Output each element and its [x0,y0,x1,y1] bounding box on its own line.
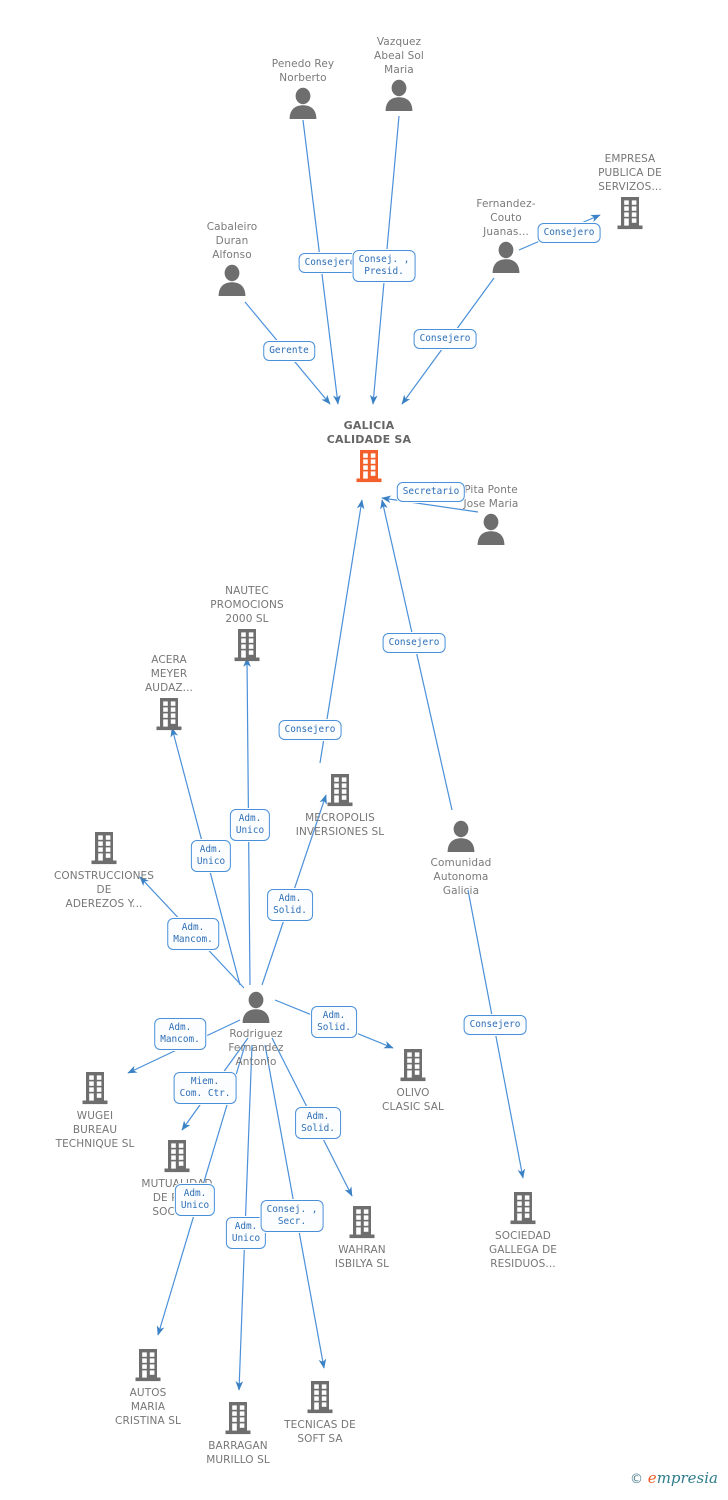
building-icon-olivo[interactable] [353,1048,473,1086]
brand-initial: e [647,1469,657,1487]
node-acera[interactable]: ACERA MEYER AUDAZ... [109,650,229,735]
building-icon [400,1049,426,1082]
node-rodriguez[interactable]: Rodriguez Fernandez Antonio [196,988,316,1069]
building-icon [327,774,353,807]
node-olivo[interactable]: OLIVO CLASIC SAL [353,1045,473,1114]
node-label-mecropolis: MECROPOLIS INVERSIONES SL [295,812,385,838]
building-icon [356,450,382,483]
person-icon [385,79,413,111]
role-tag-rodriguez-autos[interactable]: Adm. Unico [174,1184,216,1216]
role-tag-comunidad-galicia[interactable]: Consejero [382,633,446,653]
building-icon [617,197,643,230]
person-icon [218,264,246,296]
node-label-sociedad: SOCIEDAD GALLEGA DE RESIDUOS... [488,1230,558,1270]
building-icon-tecnicas[interactable] [260,1380,380,1418]
person-icon [289,87,317,119]
role-tag-fernandez-galicia[interactable]: Consejero [413,329,477,349]
role-tag-rodriguez-olivo[interactable]: Adm. Solid. [311,1006,357,1038]
building-icon [307,1381,333,1414]
node-cabaleiro[interactable]: Cabaleiro Duran Alfonso [172,217,292,300]
building-icon [225,1402,251,1435]
building-icon-acera[interactable] [109,697,229,735]
building-icon [164,1140,190,1173]
node-label-nautec: NAUTEC PROMOCIONS 2000 SL [210,585,284,625]
role-tag-rodriguez-mecropolis[interactable]: Adm. Solid. [267,889,313,921]
node-empresa_pub[interactable]: EMPRESA PUBLICA DE SERVIZOS... [570,149,690,234]
role-tag-rodriguez-nautec[interactable]: Adm. Unico [229,809,271,841]
role-tag-rodriguez-tecnicas[interactable]: Consej. , Secr. [260,1200,324,1232]
person-icon-vazquez[interactable] [339,79,459,115]
role-tag-rodriguez-wugei[interactable]: Adm. Mancom. [154,1018,206,1050]
person-icon [447,820,475,852]
node-label-tecnicas: TECNICAS DE SOFT SA [284,1419,356,1445]
building-icon [510,1192,536,1225]
building-icon [349,1206,375,1239]
person-icon [242,991,270,1023]
node-label-rodriguez: Rodriguez Fernandez Antonio [228,1028,284,1068]
building-icon [91,832,117,865]
person-icon [492,241,520,273]
node-sociedad[interactable]: SOCIEDAD GALLEGA DE RESIDUOS... [463,1188,583,1271]
role-tag-comunidad-sociedad[interactable]: Consejero [463,1015,527,1035]
node-label-wahran: WAHRAN ISBILYA SL [334,1244,390,1270]
person-icon-rodriguez[interactable] [196,991,316,1027]
node-galicia[interactable]: GALICIA CALIDADE SA [309,416,429,487]
role-tag-rodriguez-wahran[interactable]: Adm. Solid. [295,1107,341,1139]
node-label-vazquez: Vazquez Abeal Sol Maria [374,36,424,76]
person-icon-comunidad[interactable] [401,820,521,856]
building-icon-wugei[interactable] [35,1071,155,1109]
org-network-diagram: Penedo Rey Norberto Vazquez Abeal Sol Mar… [0,0,728,1500]
building-icon-sociedad[interactable] [463,1191,583,1229]
person-icon-cabaleiro[interactable] [172,264,292,300]
building-icon [234,629,260,662]
building-icon-autos[interactable] [88,1348,208,1386]
node-vazquez[interactable]: Vazquez Abeal Sol Maria [339,32,459,115]
role-tag-fernandez-empresa_pub[interactable]: Consejero [537,223,601,243]
role-tag-pita-galicia[interactable]: Secretario [396,482,466,502]
node-label-olivo: OLIVO CLASIC SAL [382,1087,444,1113]
role-tag-rodriguez-acera[interactable]: Adm. Unico [190,840,232,872]
role-tag-rodriguez-mutualidad[interactable]: Miem. Com. Ctr. [173,1072,237,1104]
node-label-construcciones: CONSTRUCCIONES DE ADEREZOS Y... [53,870,155,910]
person-icon [477,513,505,545]
node-comunidad[interactable]: Comunidad Autonoma Galicia [401,817,521,898]
node-label-acera: ACERA MEYER AUDAZ... [145,654,193,694]
copyright-icon: © [630,1472,644,1487]
node-label-cabaleiro: Cabaleiro Duran Alfonso [206,221,258,261]
role-tag-cabaleiro-galicia[interactable]: Gerente [263,341,315,361]
building-icon [82,1072,108,1105]
building-icon [156,698,182,731]
brand-name: mpresia [656,1469,718,1487]
building-icon-mecropolis[interactable] [280,773,400,811]
building-icon-mutualidad[interactable] [117,1139,237,1177]
role-tag-rodriguez-construcciones[interactable]: Adm. Mancom. [167,918,219,950]
node-tecnicas[interactable]: TECNICAS DE SOFT SA [260,1377,380,1446]
node-label-galicia: GALICIA CALIDADE SA [326,419,412,446]
building-icon-construcciones[interactable] [44,831,164,869]
node-construcciones[interactable]: CONSTRUCCIONES DE ADEREZOS Y... [44,828,164,911]
person-icon-pita[interactable] [431,513,551,549]
role-tag-mecropolis-galicia[interactable]: Consejero [278,720,342,740]
node-label-comunidad: Comunidad Autonoma Galicia [430,857,492,897]
role-tag-vazquez-galicia[interactable]: Consej. , Presid. [352,250,416,282]
empresia-watermark: © empresia [630,1470,718,1488]
node-label-empresa_pub: EMPRESA PUBLICA DE SERVIZOS... [598,153,662,193]
node-mecropolis[interactable]: MECROPOLIS INVERSIONES SL [280,770,400,839]
person-icon-fernandez[interactable] [446,241,566,277]
building-icon [135,1349,161,1382]
